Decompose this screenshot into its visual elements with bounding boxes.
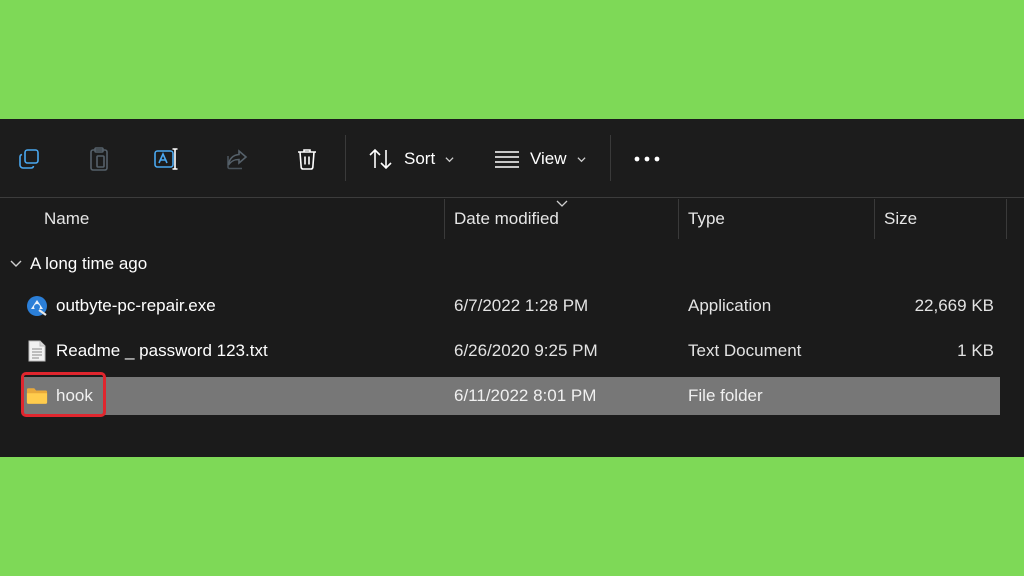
- column-header-name[interactable]: Name: [34, 199, 444, 239]
- column-header-size[interactable]: Size: [874, 199, 1006, 239]
- column-header-type-label: Type: [688, 209, 725, 228]
- rename-button[interactable]: [152, 139, 182, 179]
- sort-label: Sort: [404, 149, 436, 168]
- copy-icon: [19, 149, 39, 169]
- paste-icon: [90, 147, 108, 171]
- file-row-selected[interactable]: hook 6/11/2022 8:01 PM File folder: [22, 377, 1000, 415]
- command-bar: Sort View: [0, 119, 1024, 197]
- more-options-button[interactable]: [630, 139, 664, 179]
- file-row[interactable]: Readme _ password 123.txt 6/26/2020 9:25…: [22, 332, 1000, 370]
- view-button[interactable]: View: [494, 139, 590, 179]
- toolbar-divider: [345, 135, 346, 181]
- file-date: 6/26/2020 9:25 PM: [454, 341, 598, 360]
- delete-icon: [298, 149, 316, 170]
- column-header-date-label: Date modified: [454, 209, 559, 228]
- file-size: 22,669 KB: [914, 296, 994, 315]
- chevron-down-icon: [577, 156, 586, 162]
- highlight-annotation-box: [21, 372, 106, 417]
- sort-button[interactable]: Sort: [368, 139, 458, 179]
- file-type: File folder: [688, 386, 763, 405]
- paste-button[interactable]: [84, 139, 114, 179]
- file-date: 6/11/2022 8:01 PM: [454, 386, 597, 405]
- share-button[interactable]: [222, 139, 252, 179]
- toolbar-border: [0, 197, 1024, 198]
- copy-button[interactable]: [14, 139, 44, 179]
- text-file-icon: [26, 340, 48, 362]
- chevron-down-icon: [445, 156, 454, 162]
- app-icon: [26, 295, 48, 317]
- file-date: 6/7/2022 1:28 PM: [454, 296, 589, 315]
- column-header-size-label: Size: [884, 209, 918, 228]
- column-header-type[interactable]: Type: [678, 199, 874, 239]
- share-icon: [227, 149, 248, 170]
- column-divider[interactable]: [1006, 199, 1007, 239]
- file-row[interactable]: outbyte-pc-repair.exe 6/7/2022 1:28 PM A…: [22, 287, 1000, 325]
- column-header-date[interactable]: Date modified: [444, 199, 678, 239]
- more-icon: [634, 156, 660, 162]
- group-header-label: A long time ago: [30, 254, 148, 273]
- delete-button[interactable]: [292, 139, 322, 179]
- file-name: outbyte-pc-repair.exe: [56, 296, 216, 315]
- chevron-down-icon: [10, 260, 22, 267]
- file-explorer-window: Sort View Name Date modified Type Size A…: [0, 119, 1024, 457]
- column-header-name-label: Name: [44, 209, 90, 228]
- file-type: Application: [688, 296, 772, 315]
- file-size: 1 KB: [957, 341, 994, 360]
- toolbar-divider: [610, 135, 611, 181]
- view-label: View: [530, 149, 567, 168]
- file-type: Text Document: [688, 341, 802, 360]
- sort-icon: [369, 148, 392, 170]
- file-name-cell: Readme _ password 123.txt: [26, 332, 268, 370]
- view-icon: [495, 151, 519, 168]
- file-name-cell: outbyte-pc-repair.exe: [26, 287, 216, 325]
- group-header[interactable]: A long time ago: [10, 251, 147, 277]
- rename-icon: [154, 148, 178, 170]
- file-name: Readme _ password 123.txt: [56, 341, 268, 360]
